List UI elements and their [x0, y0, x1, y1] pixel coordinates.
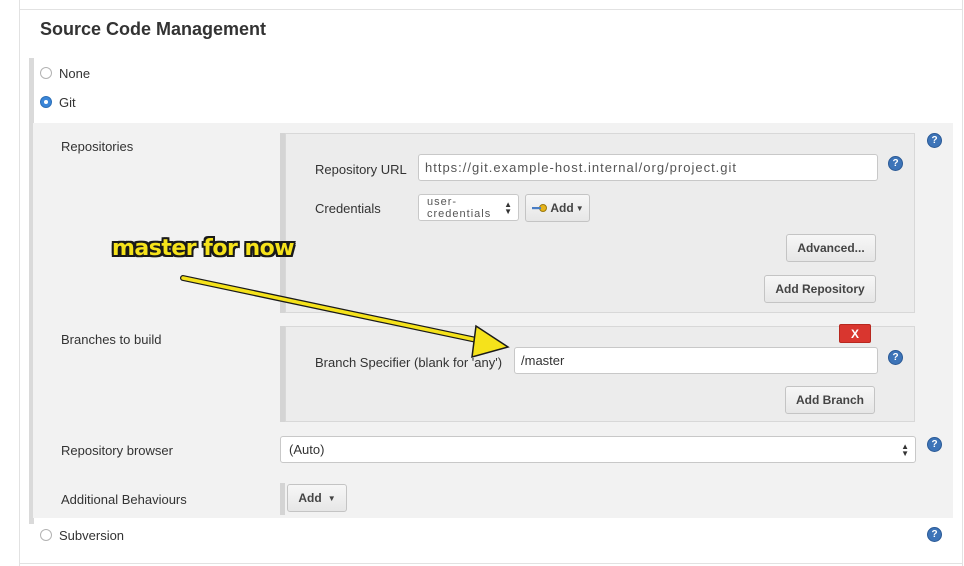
annotation-arrow	[180, 275, 510, 359]
annotation-label: master for now	[112, 236, 295, 261]
